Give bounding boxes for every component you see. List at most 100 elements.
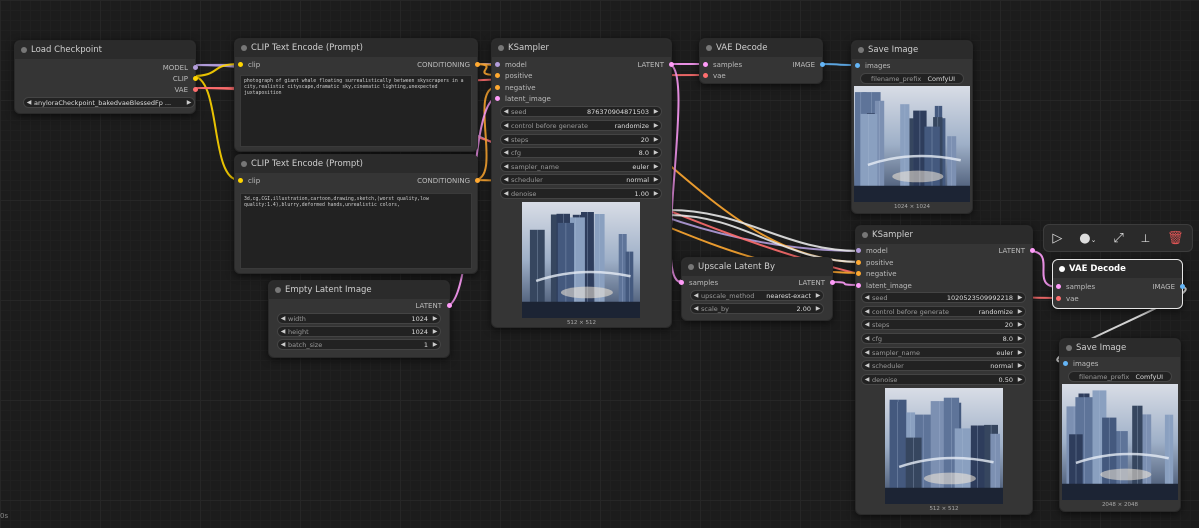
arrow-left-icon[interactable]: ◀	[862, 308, 872, 315]
ksampler-node-1[interactable]: KSampler model positive negative latent_…	[491, 38, 674, 328]
arrow-left-icon[interactable]: ◀	[278, 315, 288, 322]
node-title[interactable]: Save Image	[852, 41, 972, 59]
arrow-right-icon[interactable]: ▶	[1015, 294, 1025, 301]
filename-prefix-widget[interactable]: filename_prefix ComfyUI	[1068, 371, 1172, 382]
arrow-left-icon[interactable]: ◀	[862, 321, 872, 328]
vae-pin-icon[interactable]	[1056, 296, 1061, 301]
collapse-dot-icon[interactable]	[706, 45, 712, 51]
arrow-right-icon[interactable]: ▶	[651, 149, 661, 156]
node-title[interactable]: CLIP Text Encode (Prompt)	[235, 155, 477, 173]
conditioning-pin-icon[interactable]	[495, 85, 500, 90]
input-images[interactable]: images	[1063, 359, 1098, 369]
arrow-left-icon[interactable]: ◀	[862, 349, 872, 356]
arrow-right-icon[interactable]: ▶	[430, 315, 440, 322]
vae-pin-icon[interactable]	[703, 73, 708, 78]
load-checkpoint-node[interactable]: Load Checkpoint MODEL CLIP VAE ◀ anyloraC…	[14, 40, 198, 114]
output-latent[interactable]: LATENT	[998, 246, 1035, 256]
input-negative[interactable]: negative	[856, 269, 897, 279]
model-pin-icon[interactable]	[856, 248, 861, 253]
input-vae[interactable]: vae	[703, 71, 726, 81]
arrow-right-icon[interactable]: ▶	[184, 99, 194, 106]
clip-text-encode-negative-node[interactable]: CLIP Text Encode (Prompt) clip CONDITION…	[234, 154, 480, 274]
arrow-right-icon[interactable]: ▶	[1015, 335, 1025, 342]
cfg-widget[interactable]: ◀ cfg 8.0 ▶	[861, 333, 1026, 344]
arrow-right-icon[interactable]: ▶	[1015, 376, 1025, 383]
node-title[interactable]: CLIP Text Encode (Prompt)	[235, 39, 477, 57]
output-model[interactable]: MODEL	[163, 63, 198, 73]
prompt-textarea[interactable]: photograph of giant whale floating surre…	[240, 75, 472, 147]
clip-pin-icon[interactable]	[238, 178, 243, 183]
upscale-latent-by-node[interactable]: Upscale Latent By samples LATENT ◀ upscal…	[679, 257, 835, 321]
input-model[interactable]: model	[856, 246, 888, 256]
output-image[interactable]: IMAGE	[792, 60, 825, 70]
image-pin-icon[interactable]	[820, 62, 825, 67]
arrow-left-icon[interactable]: ◀	[862, 294, 872, 301]
input-negative[interactable]: negative	[495, 83, 536, 93]
arrow-left-icon[interactable]: ◀	[501, 163, 511, 170]
latent-pin-icon[interactable]	[703, 62, 708, 67]
empty-latent-image-node[interactable]: Empty Latent Image LATENT ◀ width 1024 ▶ ◀ h…	[268, 280, 452, 358]
node-title[interactable]: Load Checkpoint	[15, 41, 195, 59]
scheduler-widget[interactable]: ◀ scheduler normal ▶	[861, 360, 1026, 371]
input-model[interactable]: model	[495, 60, 527, 70]
arrow-right-icon[interactable]: ▶	[430, 328, 440, 335]
latent-pin-icon[interactable]	[669, 62, 674, 67]
sampler-name-widget[interactable]: ◀ sampler_name euler ▶	[500, 161, 662, 172]
latent-pin-icon[interactable]	[495, 96, 500, 101]
steps-widget[interactable]: ◀ steps 20 ▶	[861, 319, 1026, 330]
input-vae[interactable]: vae	[1056, 294, 1079, 304]
latent-pin-icon[interactable]	[856, 283, 861, 288]
steps-widget[interactable]: ◀ steps 20 ▶	[500, 134, 662, 145]
seed-widget[interactable]: ◀ seed 1020523509992218 ▶	[861, 292, 1026, 303]
control-before-generate-widget[interactable]: ◀ control before generate randomize ▶	[500, 120, 662, 131]
arrow-right-icon[interactable]: ▶	[1015, 349, 1025, 356]
arrow-left-icon[interactable]: ◀	[862, 362, 872, 369]
output-clip[interactable]: CLIP	[173, 74, 198, 84]
width-widget[interactable]: ◀ width 1024 ▶	[277, 313, 441, 324]
arrow-left-icon[interactable]: ◀	[501, 149, 511, 156]
collapse-dot-icon[interactable]	[1059, 266, 1065, 272]
arrow-left-icon[interactable]: ◀	[501, 176, 511, 183]
arrow-left-icon[interactable]: ◀	[278, 328, 288, 335]
input-latent-image[interactable]: latent_image	[495, 94, 551, 104]
arrow-right-icon[interactable]: ▶	[1015, 308, 1025, 315]
latent-pin-icon[interactable]	[830, 280, 835, 285]
conditioning-pin-icon[interactable]	[856, 271, 861, 276]
vae-pin-icon[interactable]	[193, 87, 198, 92]
filename-prefix-widget[interactable]: filename_prefix ComfyUI	[860, 73, 964, 84]
vae-decode-node-1[interactable]: VAE Decode samples vae IMAGE	[699, 38, 825, 84]
arrow-left-icon[interactable]: ◀	[862, 335, 872, 342]
image-pin-icon[interactable]	[1063, 361, 1068, 366]
arrow-right-icon[interactable]: ▶	[1015, 321, 1025, 328]
conditioning-pin-icon[interactable]	[495, 73, 500, 78]
clip-pin-icon[interactable]	[193, 76, 198, 81]
denoise-widget[interactable]: ◀ denoise 1.00 ▶	[500, 188, 662, 199]
arrow-left-icon[interactable]: ◀	[862, 376, 872, 383]
arrow-left-icon[interactable]: ◀	[691, 292, 701, 299]
control-before-generate-widget[interactable]: ◀ control before generate randomize ▶	[861, 306, 1026, 317]
arrow-right-icon[interactable]: ▶	[813, 292, 823, 299]
delete-icon[interactable]: 🗑	[1167, 232, 1184, 245]
conditioning-pin-icon[interactable]	[475, 178, 480, 183]
arrow-left-icon[interactable]: ◀	[501, 136, 511, 143]
node-title[interactable]: Save Image	[1060, 339, 1180, 357]
bypass-icon[interactable]: ⤢	[1113, 232, 1123, 245]
conditioning-pin-icon[interactable]	[856, 260, 861, 265]
sampler-name-widget[interactable]: ◀ sampler_name euler ▶	[861, 347, 1026, 358]
pin-icon[interactable]: ⊥	[1141, 233, 1151, 244]
conditioning-pin-icon[interactable]	[475, 62, 480, 67]
output-vae[interactable]: VAE	[174, 85, 198, 95]
vae-decode-node-2[interactable]: VAE Decode samples vae IMAGE	[1052, 259, 1185, 309]
node-title[interactable]: KSampler	[492, 39, 671, 57]
collapse-dot-icon[interactable]	[241, 45, 247, 51]
collapse-dot-icon[interactable]	[862, 232, 868, 238]
scheduler-widget[interactable]: ◀ scheduler normal ▶	[500, 174, 662, 185]
scale-by-widget[interactable]: ◀ scale_by 2.00 ▶	[690, 303, 824, 314]
input-samples[interactable]: samples	[1056, 282, 1095, 292]
input-clip[interactable]: clip	[238, 176, 260, 186]
ckpt-name-select[interactable]: ◀ anyloraCheckpoint_bakedvaeBlessedFp ...…	[23, 97, 195, 108]
image-pin-icon[interactable]	[1180, 284, 1185, 289]
input-positive[interactable]: positive	[495, 71, 532, 81]
node-title[interactable]: Empty Latent Image	[269, 281, 449, 299]
height-widget[interactable]: ◀ height 1024 ▶	[277, 326, 441, 337]
